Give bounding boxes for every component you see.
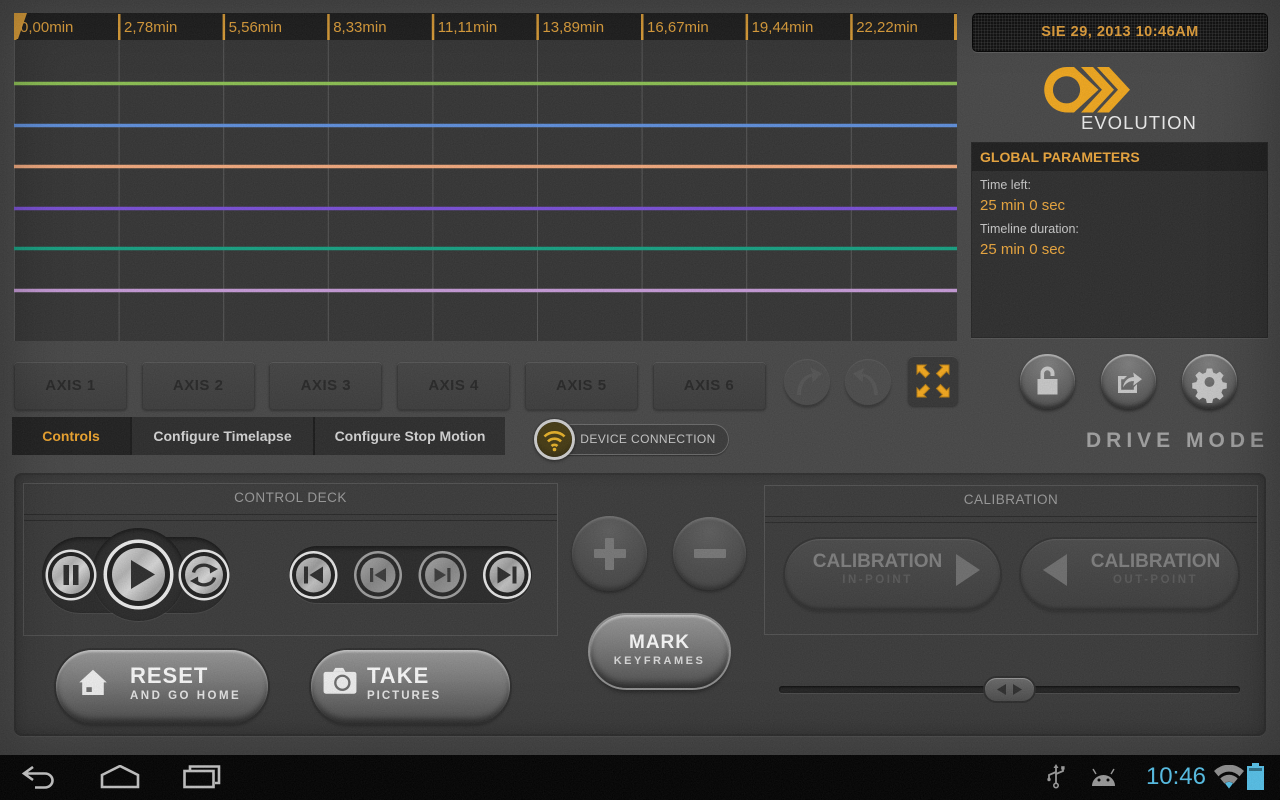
svg-text:11,11min: 11,11min [438, 19, 497, 36]
svg-text:16,67min: 16,67min [647, 19, 709, 36]
svg-text:22,22min: 22,22min [856, 19, 918, 36]
svg-text:0,00min: 0,00min [20, 19, 73, 36]
svg-text:5,56min: 5,56min [229, 19, 282, 36]
svg-text:EVOLUTION: EVOLUTION [1081, 112, 1197, 133]
svg-text:13,89min: 13,89min [542, 19, 604, 36]
svg-text:19,44min: 19,44min [752, 19, 814, 36]
svg-text:8,33min: 8,33min [333, 19, 386, 36]
svg-text:2,78min: 2,78min [124, 19, 177, 36]
